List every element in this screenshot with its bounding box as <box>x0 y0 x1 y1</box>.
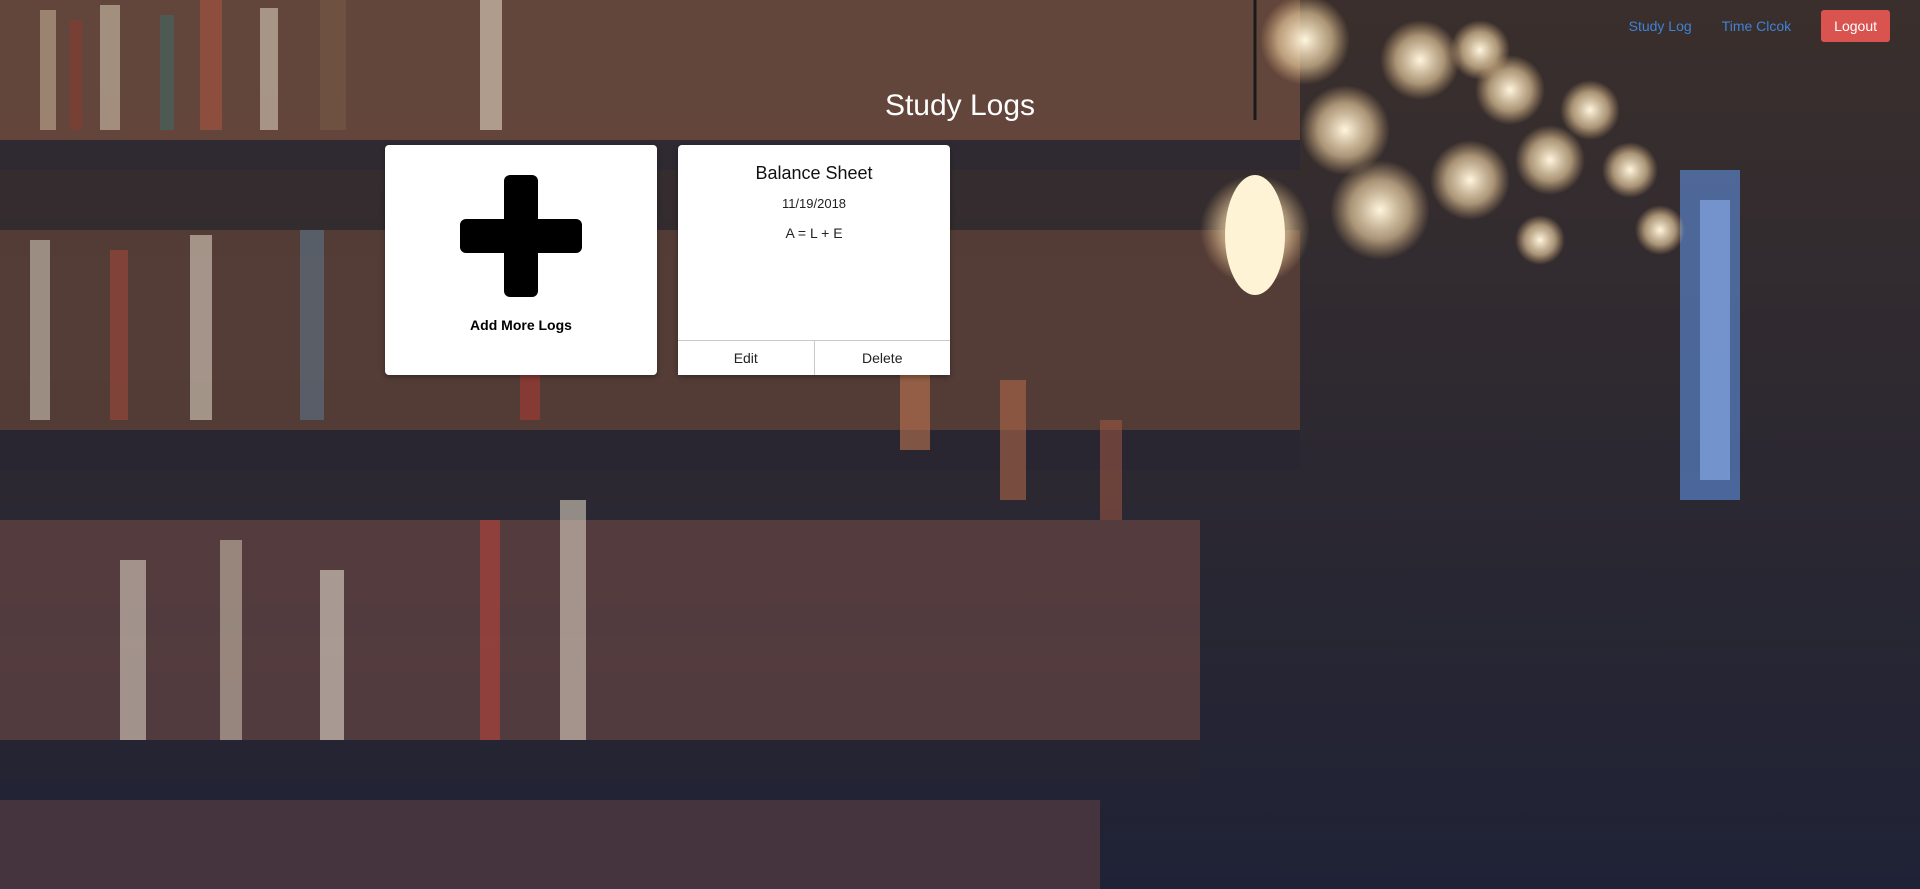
nav-link-study-log[interactable]: Study Log <box>1629 18 1692 34</box>
log-card: Balance Sheet 11/19/2018 A = L + E Edit … <box>678 145 950 375</box>
top-navigation: Study Log Time Clcok Logout <box>1629 10 1890 42</box>
nav-link-time-clock[interactable]: Time Clcok <box>1722 18 1792 34</box>
log-card-actions: Edit Delete <box>678 340 950 375</box>
logout-button[interactable]: Logout <box>1821 10 1890 42</box>
page-title: Study Logs <box>884 89 1036 122</box>
add-log-label: Add More Logs <box>470 317 572 333</box>
log-date: 11/19/2018 <box>781 196 847 211</box>
delete-button[interactable]: Delete <box>813 341 950 375</box>
plus-icon <box>460 175 582 297</box>
add-log-card[interactable]: Add More Logs <box>385 145 657 375</box>
log-body: A = L + E <box>785 225 843 241</box>
edit-button[interactable]: Edit <box>678 341 814 375</box>
log-title: Balance Sheet <box>755 163 873 183</box>
library-background-image <box>0 0 1920 889</box>
